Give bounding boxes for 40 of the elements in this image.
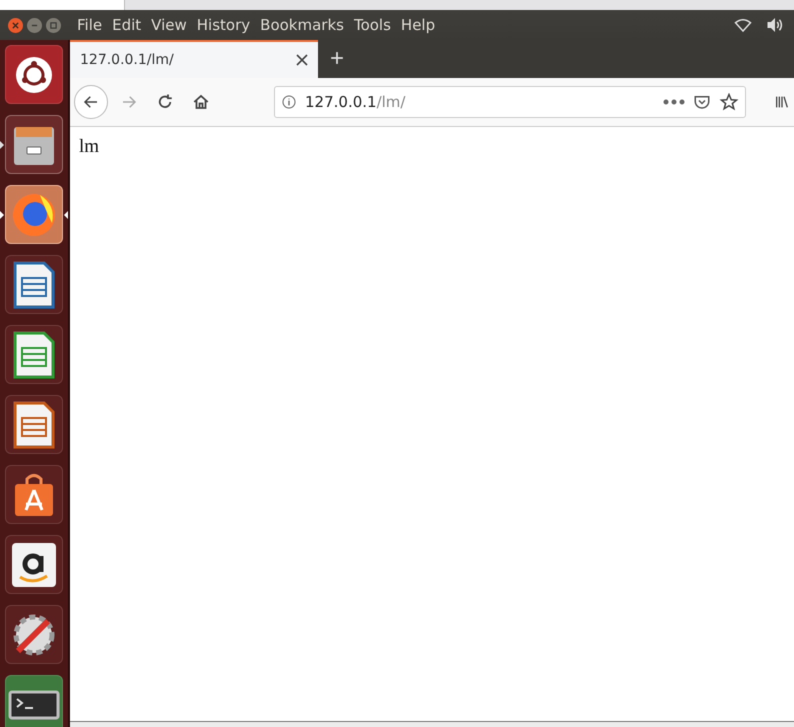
minimize-icon[interactable]	[27, 18, 42, 32]
close-icon[interactable]	[8, 18, 23, 32]
wifi-icon	[732, 16, 754, 34]
shopping-letter-icon	[11, 542, 57, 588]
star-icon	[719, 93, 739, 111]
presentation-icon	[12, 400, 56, 450]
menu-item[interactable]: History	[196, 16, 250, 34]
terminal-icon	[8, 690, 60, 720]
menu-item[interactable]: File	[77, 16, 102, 34]
info-icon	[281, 94, 297, 110]
menu-item[interactable]: Edit	[112, 16, 142, 34]
launcher-item[interactable]	[5, 325, 63, 384]
reload-icon	[156, 93, 174, 111]
close-icon	[296, 54, 308, 66]
pocket-icon	[693, 93, 711, 111]
maximize-icon[interactable]	[46, 18, 61, 32]
menu-item[interactable]: Help	[400, 16, 436, 34]
tab-title: 127.0.0.1/lm/	[80, 52, 175, 68]
launcher-item[interactable]	[5, 255, 63, 314]
home-icon	[192, 93, 210, 111]
document-icon	[12, 260, 56, 310]
url-text: 127.0.0.1/lm/	[305, 93, 406, 111]
browser-tab[interactable]: 127.0.0.1/lm/	[70, 40, 318, 78]
launcher-item[interactable]	[5, 605, 63, 664]
launcher-item[interactable]	[5, 465, 63, 524]
menu-item[interactable]: Tools	[354, 16, 391, 34]
page-text: lm	[79, 136, 100, 157]
launcher-item[interactable]	[5, 45, 63, 104]
launcher-item[interactable]	[5, 395, 63, 454]
launcher-item[interactable]	[5, 535, 63, 594]
launcher-item[interactable]	[5, 675, 63, 727]
back-button[interactable]	[74, 85, 108, 119]
new-tab-button[interactable]: +	[318, 40, 356, 78]
more-icon	[663, 98, 685, 106]
menu-item[interactable]: View	[151, 16, 187, 34]
ubuntu-logo-icon	[14, 54, 54, 94]
menu-item[interactable]: Bookmarks	[260, 16, 344, 34]
shopping-bag-icon	[12, 472, 56, 518]
spreadsheet-icon	[12, 330, 56, 380]
address-bar[interactable]: 127.0.0.1/lm/	[274, 86, 746, 118]
